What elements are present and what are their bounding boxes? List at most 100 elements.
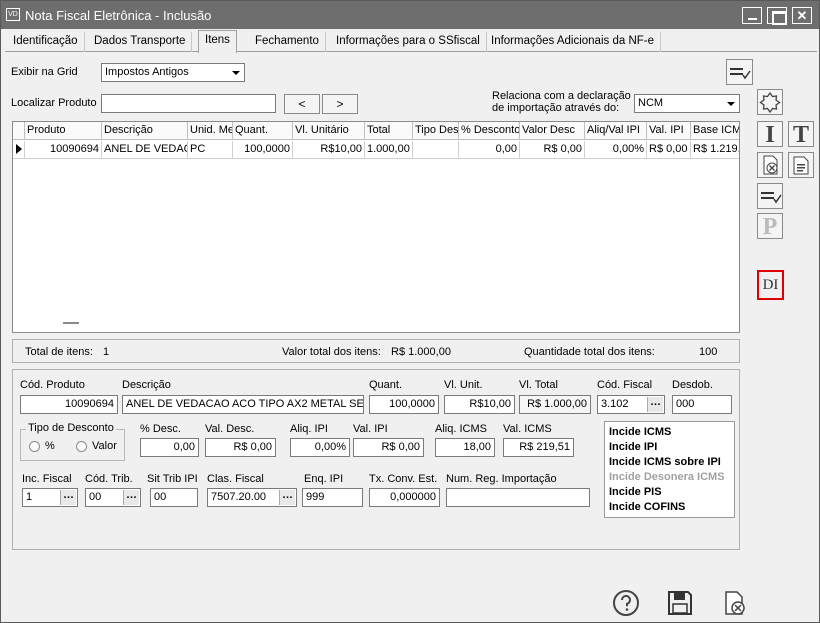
minimize-button[interactable] <box>742 7 762 24</box>
table-cell[interactable]: 1.000,00 <box>365 141 413 159</box>
table-cell[interactable]: 0,00 <box>459 141 520 159</box>
cod-trib-input[interactable]: 00 … <box>85 488 141 507</box>
maximize-button[interactable] <box>767 7 787 25</box>
exibir-value: Impostos Antigos <box>105 66 189 78</box>
i-tool-button[interactable]: I <box>757 121 783 148</box>
cod-trib-label: Cód. Trib. <box>85 473 133 485</box>
incide-cofins-option[interactable]: Incide COFINS <box>609 500 730 515</box>
help-button[interactable] <box>612 589 640 617</box>
incide-ipi-option[interactable]: Incide IPI <box>609 440 730 455</box>
col-header[interactable]: Tipo Des <box>413 122 459 140</box>
relaciona-value: NCM <box>638 97 664 109</box>
grid-options-button[interactable] <box>726 59 753 85</box>
sit-trib-ipi-input[interactable]: 00 <box>150 488 198 507</box>
clas-fiscal-input[interactable]: 7507.20.00 … <box>207 488 297 507</box>
vl-unit-label: Vl. Unit. <box>444 379 483 391</box>
tab-strip: Identificação Dados Transporte Itens Fec… <box>5 30 817 53</box>
val-desc-input[interactable]: R$ 0,00 <box>205 438 276 457</box>
cancel-button[interactable] <box>721 589 749 617</box>
relaciona-label-1: Relaciona com a declaração <box>492 90 631 102</box>
table-cell[interactable]: 0,00% <box>585 141 647 159</box>
col-header[interactable]: Base ICM <box>691 122 739 140</box>
incide-icms-option[interactable]: Incide ICMS <box>609 425 730 440</box>
cod-produto-input[interactable]: 10090694 <box>20 395 118 414</box>
vl-unit-input[interactable]: R$10,00 <box>444 395 515 414</box>
table-cell[interactable]: R$10,00 <box>293 141 365 159</box>
prev-button[interactable]: < <box>284 94 320 114</box>
table-cell[interactable]: R$ 0,00 <box>520 141 585 159</box>
desdob-input[interactable]: 000 <box>672 395 732 414</box>
val-ipi-label: Val. IPI <box>353 423 388 435</box>
next-button[interactable]: > <box>322 94 358 114</box>
radio-pct[interactable] <box>29 441 40 452</box>
save-button[interactable] <box>666 589 694 617</box>
col-header[interactable]: Descrição <box>102 122 188 140</box>
delete-doc-button[interactable] <box>757 152 783 178</box>
scroll-grip[interactable] <box>63 322 79 324</box>
tipo-desconto-label: Tipo de Desconto <box>26 422 116 434</box>
row-selector-header <box>13 122 25 140</box>
tab-identificacao[interactable]: Identificação <box>7 32 85 52</box>
items-grid[interactable]: Produto Descrição Unid. Me Quant. Vl. Un… <box>12 121 740 333</box>
pct-desc-input[interactable]: 0,00 <box>140 438 199 457</box>
tx-conv-input[interactable]: 0,000000 <box>369 488 440 507</box>
col-header[interactable]: Aliq/Val IPI <box>585 122 647 140</box>
cod-fiscal-input[interactable]: 3.102 … <box>597 395 665 414</box>
ellipsis-icon[interactable]: … <box>60 490 76 505</box>
col-header[interactable]: Total <box>365 122 413 140</box>
col-header[interactable]: Vl. Unitário <box>293 122 365 140</box>
table-cell[interactable]: ANEL DE VEDACA <box>102 141 188 159</box>
exibir-select[interactable]: Impostos Antigos <box>101 63 245 82</box>
relaciona-select[interactable]: NCM <box>634 94 740 113</box>
table-cell[interactable]: 100,0000 <box>233 141 293 159</box>
col-header[interactable]: Unid. Me <box>188 122 233 140</box>
quant-input[interactable]: 100,0000 <box>369 395 439 414</box>
aliq-icms-input[interactable]: 18,00 <box>435 438 495 457</box>
val-ipi-input[interactable]: R$ 0,00 <box>353 438 424 457</box>
list-check-icon <box>730 68 751 80</box>
localizar-input[interactable] <box>101 94 276 113</box>
cod-produto-label: Cód. Produto <box>20 379 85 391</box>
incide-icms-sobre-ipi-option[interactable]: Incide ICMS sobre IPI <box>609 455 730 470</box>
incide-pis-option[interactable]: Incide PIS <box>609 485 730 500</box>
col-header[interactable]: Quant. <box>233 122 293 140</box>
aliq-ipi-input[interactable]: 0,00% <box>290 438 350 457</box>
enq-ipi-input[interactable]: 999 <box>302 488 363 507</box>
tab-itens[interactable]: Itens <box>198 30 237 53</box>
radio-valor[interactable] <box>76 441 87 452</box>
p-tool-button: P <box>757 213 783 240</box>
tab-informacoes-ssfiscal[interactable]: Informações para o SSfiscal <box>330 32 487 52</box>
ellipsis-icon[interactable]: … <box>647 397 663 412</box>
di-button[interactable]: DI <box>757 270 784 300</box>
t-tool-button[interactable]: T <box>788 121 814 148</box>
table-cell[interactable]: R$ 0,00 <box>647 141 691 159</box>
ellipsis-icon[interactable]: … <box>123 490 139 505</box>
localizar-label: Localizar Produto <box>11 97 97 109</box>
tx-conv-label: Tx. Conv. Est. <box>369 473 438 485</box>
num-reg-input[interactable] <box>446 488 590 507</box>
table-cell[interactable]: 10090694 <box>25 141 102 159</box>
close-button[interactable]: ✕ <box>792 7 812 24</box>
table-cell[interactable] <box>413 141 459 159</box>
tab-fechamento[interactable]: Fechamento <box>249 32 326 52</box>
col-header[interactable]: % Desconto <box>459 122 520 140</box>
radio-valor-label: Valor <box>92 440 117 452</box>
table-cell[interactable]: PC <box>188 141 233 159</box>
col-header[interactable]: Val. IPI <box>647 122 691 140</box>
val-icms-input[interactable]: R$ 219,51 <box>503 438 574 457</box>
document-delete-icon <box>763 155 778 175</box>
seal-button[interactable] <box>757 89 783 115</box>
edit-doc-button[interactable] <box>788 152 814 178</box>
col-header[interactable]: Valor Desc <box>520 122 585 140</box>
inc-fiscal-input[interactable]: 1 … <box>22 488 78 507</box>
num-reg-label: Num. Reg. Importação <box>446 473 557 485</box>
tab-informacoes-adicionais[interactable]: Informações Adicionais da NF-e <box>485 32 661 52</box>
tab-dados-transporte[interactable]: Dados Transporte <box>88 32 193 52</box>
row-selector[interactable] <box>13 141 25 159</box>
ellipsis-icon[interactable]: … <box>279 490 295 505</box>
inc-fiscal-value: 1 <box>26 491 33 503</box>
list-check-button[interactable] <box>757 183 783 209</box>
table-cell[interactable]: R$ 1.219, <box>691 141 739 159</box>
descricao-input[interactable]: ANEL DE VEDACAO ACO TIPO AX2 METAL SEAL … <box>122 395 364 414</box>
col-header[interactable]: Produto <box>25 122 102 140</box>
